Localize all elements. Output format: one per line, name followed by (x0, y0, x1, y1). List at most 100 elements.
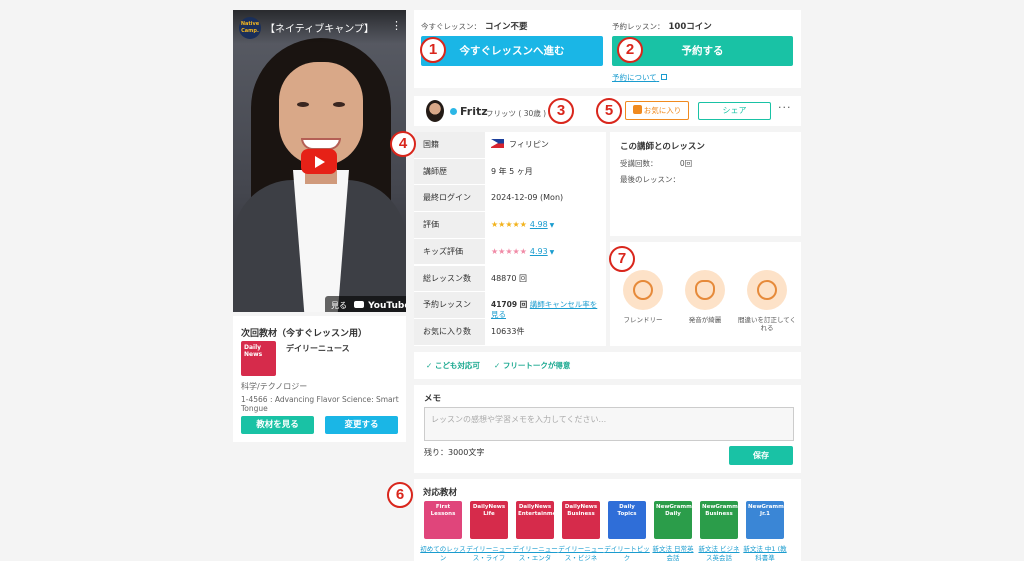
info-key: 予約レッスン (414, 292, 485, 318)
material-link[interactable]: 新文法 中1 (教科書準 (742, 545, 788, 561)
info-key: 講師歴 (414, 158, 485, 185)
chevron-down-icon[interactable]: ▼ (548, 222, 555, 229)
favorite-button[interactable]: お気に入り (625, 101, 689, 120)
tag-kids: ✓ こども対応可 (426, 361, 480, 370)
materials-title: 対応教材 (423, 488, 458, 498)
channel-logo[interactable]: Native Camp. (239, 17, 261, 39)
watch-on-youtube-button[interactable]: 見る YouTube (325, 296, 406, 312)
info-row-kids-rating: キッズ評価 ★★★★★ 4.93 ▼ (414, 238, 606, 266)
material-link[interactable]: 新文法 日常英会話 (650, 545, 696, 561)
now-lesson-label: 今すぐレッスン： コイン不要 (421, 20, 528, 32)
info-row-favorites: お気に入り数 10633件 (414, 318, 606, 346)
info-row-total-lessons: 総レッスン数 48870 回 (414, 265, 606, 293)
trait-label: 間違いを訂正してくれる (737, 316, 797, 332)
tutor-avatar (426, 100, 444, 122)
more-options-icon[interactable]: ··· (778, 101, 792, 114)
now-lesson-label-text: 今すぐレッスン： (421, 22, 481, 31)
material-thumb[interactable]: NewGrammar Jr.1 (746, 501, 784, 539)
material-link[interactable]: デイリーニュース・ビジネ (558, 545, 604, 561)
material-thumb[interactable]: First Lessons (424, 501, 462, 539)
booking-panel: 今すぐレッスン： コイン不要 予約レッスン： 100コイン 今すぐレッスンへ進む 予… (414, 10, 801, 88)
memo-remaining: 残り：3000文字 (424, 448, 485, 457)
marker-1: 1 (420, 37, 446, 63)
view-material-button[interactable]: 教材を見る (241, 416, 314, 434)
lesson-count: 受講回数： 0回 (620, 158, 692, 169)
trait-correction (747, 270, 787, 310)
info-value: ★★★★★ 4.98 ▼ (491, 212, 554, 238)
material-lesson: 1-4566 : Advancing Flavor Science: Smart… (241, 395, 399, 413)
watch-label: 見る (331, 301, 347, 310)
kids-rating-stars-icon: ★★★★★ (491, 246, 527, 256)
material-link[interactable]: 初めてのレッスン (420, 545, 466, 561)
lips-icon (695, 280, 715, 300)
material-thumb[interactable]: Daily Topics (608, 501, 646, 539)
save-memo-button[interactable]: 保存 (729, 446, 793, 465)
reserve-lesson-label: 予約レッスン： 100コイン (612, 20, 712, 32)
info-value: 10633件 (491, 326, 525, 336)
material-name: デイリーニュース (286, 344, 350, 353)
material-link[interactable]: デイリーニュース・エンタ (512, 545, 558, 561)
info-key: 国籍 (414, 132, 485, 158)
info-key: 評価 (414, 212, 485, 238)
tutor-name: Fritz (460, 105, 488, 118)
marker-4: 4 (390, 131, 416, 157)
chevron-down-icon[interactable]: ▼ (548, 249, 555, 256)
material-link[interactable]: デイリートピック (604, 545, 650, 561)
info-row-last-login: 最終ログイン 2024-12-09 (Mon) (414, 185, 606, 213)
marker-2: 2 (617, 37, 643, 63)
heart-icon (632, 105, 642, 114)
magnifier-icon (757, 280, 777, 300)
rating-link[interactable]: 4.98 (530, 220, 548, 229)
share-button[interactable]: シェア (698, 102, 771, 120)
trait-pronunciation (685, 270, 725, 310)
material-link[interactable]: デイリーニュース・ライフ (466, 545, 512, 561)
material-thumb[interactable]: DailyNews Business (562, 501, 600, 539)
nationality-value: フィリピン (509, 140, 549, 149)
info-value: 9 年 5 ヶ月 (491, 166, 533, 176)
video-title[interactable]: 【ネイティブキャンプ】 (265, 20, 383, 35)
memo-title: メモ (424, 394, 442, 404)
kids-rating-link[interactable]: 4.93 (530, 247, 548, 256)
lessons-with-tutor-card: この講師とのレッスン 受講回数： 0回 最後のレッスン： (610, 132, 801, 236)
info-row-experience: 講師歴 9 年 5 ヶ月 (414, 158, 606, 186)
material-thumb[interactable]: DailyNews Entertainment (516, 501, 554, 539)
external-link-icon (661, 74, 668, 80)
info-key: 最終ログイン (414, 185, 485, 212)
trait-label: フレンドリー (623, 316, 663, 324)
info-row-rating: 評価 ★★★★★ 4.98 ▼ (414, 212, 606, 239)
material-category: 科学/テクノロジー (241, 382, 308, 391)
last-lesson: 最後のレッスン： (620, 175, 680, 184)
video-menu-icon[interactable]: ⋮ (391, 19, 402, 32)
youtube-play-icon[interactable] (301, 149, 337, 174)
tag-free-talk: ✓ フリートークが得意 (494, 361, 571, 370)
now-lesson-cost: コイン不要 (485, 22, 528, 32)
info-key: お気に入り数 (414, 318, 485, 345)
tutor-eye-right (333, 102, 345, 107)
reserved-count: 41709 回 (491, 300, 528, 310)
tutor-info-table: 国籍 フィリピン 講師歴 9 年 5 ヶ月 最終ログイン 2024-12-09 … (414, 132, 606, 346)
start-lesson-now-button[interactable]: 今すぐレッスンへ進む (421, 36, 603, 66)
info-row-nationality: 国籍 フィリピン (414, 132, 606, 159)
tutor-eye-left (297, 102, 309, 107)
online-status-icon (450, 108, 457, 115)
marker-5: 5 (596, 98, 622, 124)
material-thumb[interactable]: NewGrammar Daily (654, 501, 692, 539)
memo-card: メモ レッスンの感想や学習メモを入力してください... 残り：3000文字 保存 (414, 385, 801, 473)
info-value: フィリピン (491, 132, 549, 158)
marker-7: 7 (609, 246, 635, 272)
change-material-button[interactable]: 変更する (325, 416, 398, 434)
info-key: キッズ評価 (414, 238, 485, 265)
info-key: 総レッスン数 (414, 265, 485, 292)
favorite-label: お気に入り (643, 106, 682, 115)
marker-3: 3 (548, 98, 574, 124)
material-thumb[interactable]: DailyNews Life (470, 501, 508, 539)
youtube-brand: YouTube (368, 301, 406, 311)
about-reservation-link[interactable]: 予約について (612, 72, 668, 83)
tutor-video[interactable]: Native Camp. 【ネイティブキャンプ】 ⋮ 見る YouTube (233, 10, 406, 312)
material-thumb[interactable]: NewGrammar Business (700, 501, 738, 539)
memo-textarea[interactable]: レッスンの感想や学習メモを入力してください... (424, 407, 794, 441)
tutor-traits-card: フレンドリー 発音が綺麗 間違いを訂正してくれる (610, 242, 801, 346)
info-value: 48870 回 (491, 273, 527, 283)
material-link[interactable]: 新文法 ビジネス英会話 (696, 545, 742, 561)
daily-news-thumbnail[interactable]: Daily News (241, 341, 276, 376)
